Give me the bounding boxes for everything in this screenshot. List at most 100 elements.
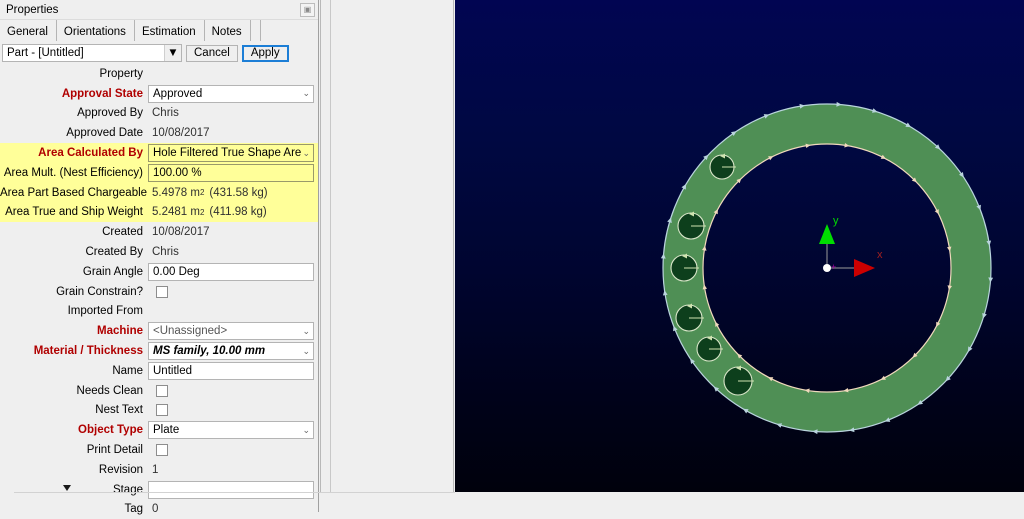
property-row-stage: Stage	[0, 480, 318, 500]
chevron-down-icon[interactable]: ⌄	[302, 145, 310, 161]
combo-value: Approved	[153, 87, 203, 100]
input-grain-angle[interactable]: 0.00 Deg	[148, 262, 314, 281]
edge-direction-marker	[872, 108, 878, 113]
property-value-cell: Untitled	[148, 361, 314, 380]
edge-direction-marker	[982, 313, 987, 319]
combo-value: MS family, 10.00 mm	[153, 345, 266, 358]
combo-area-calculated-by[interactable]: Hole Filtered True Shape Are ⌄	[148, 144, 314, 163]
property-label: Stage	[112, 483, 143, 496]
checkbox-needs-clean[interactable]	[156, 384, 168, 397]
checkbox-print-detail[interactable]	[156, 444, 168, 457]
tab-strip: General Orientations Estimation Notes	[0, 20, 318, 42]
property-value-cell: Hole Filtered True Shape Are ⌄	[148, 144, 314, 163]
static-value: Chris	[152, 107, 179, 120]
combo-machine[interactable]: <Unassigned> ⌄	[148, 322, 314, 341]
property-value-cell: 1	[148, 464, 314, 476]
property-label: Area Part Based Chargeable	[0, 186, 148, 199]
property-row-created-by: Created By Chris	[0, 242, 318, 262]
property-label: Name	[112, 364, 143, 377]
combo-material-thickness[interactable]: MS family, 10.00 mm ⌄	[148, 342, 314, 361]
property-label: Print Detail	[86, 444, 143, 457]
combo-approval-state[interactable]: Approved ⌄	[148, 84, 314, 103]
cancel-button[interactable]: Cancel	[186, 44, 238, 62]
part-selector-combo[interactable]: Part - [Untitled] ▼	[2, 44, 182, 62]
unit-exponent: 2	[199, 188, 205, 198]
static-value: 1	[152, 463, 159, 476]
edge-direction-marker	[776, 423, 782, 428]
property-grid-header: Property	[0, 64, 318, 84]
property-row-tag: Tag 0	[0, 500, 318, 519]
static-value: 5.4978 m	[152, 186, 200, 199]
property-value-cell	[148, 285, 314, 298]
selector-row: Part - [Untitled] ▼ Cancel Apply	[0, 42, 318, 64]
property-row-nest-text: Nest Text	[0, 401, 318, 421]
3d-viewport[interactable]: + y x	[455, 0, 1024, 492]
checkbox-nest-text[interactable]	[156, 404, 168, 417]
apply-button[interactable]: Apply	[241, 44, 289, 62]
checkbox-grain-constrain[interactable]	[156, 285, 168, 298]
property-row-machine: Machine <Unassigned> ⌄	[0, 321, 318, 341]
combo-object-type[interactable]: Plate ⌄	[148, 421, 314, 440]
input-value: Untitled	[153, 364, 192, 377]
property-row-approved-date: Approved Date 10/08/2017	[0, 123, 318, 143]
tab-notes[interactable]: Notes	[204, 20, 251, 42]
property-row-approved-by: Approved By Chris	[0, 104, 318, 124]
restore-close-icon[interactable]: ▣	[300, 2, 315, 17]
property-value-cell: Chris	[148, 107, 314, 119]
chevron-down-icon[interactable]: ⌄	[302, 323, 310, 339]
chevron-down-icon[interactable]: ⌄	[302, 422, 310, 438]
property-value-cell	[148, 444, 314, 457]
property-row-approval-state: Approval State Approved ⌄	[0, 84, 318, 104]
chevron-down-icon[interactable]: ⌄	[302, 86, 310, 102]
static-value-secondary: (431.58 kg)	[209, 186, 268, 199]
tab-estimation[interactable]: Estimation	[134, 20, 205, 42]
property-row-material-thickness: Material / Thickness MS family, 10.00 mm ⌄	[0, 341, 318, 361]
input-area-mult-nest-efficiency[interactable]: 100.00 %	[148, 163, 314, 182]
property-value-cell: 10/08/2017	[148, 226, 314, 238]
property-row-object-type: Object Type Plate ⌄	[0, 420, 318, 440]
property-label: Revision	[98, 463, 143, 476]
static-value: 10/08/2017	[152, 226, 210, 239]
part-geometry: + y x	[660, 101, 994, 435]
property-label: Created	[102, 226, 143, 239]
property-row-needs-clean: Needs Clean	[0, 381, 318, 401]
edge-direction-marker	[667, 217, 672, 223]
property-value-cell: <Unassigned> ⌄	[148, 322, 314, 341]
origin-plus-icon: +	[831, 262, 836, 272]
input-value: 100.00 %	[153, 166, 202, 179]
property-value-cell: Approved ⌄	[148, 84, 314, 103]
property-row-grain-constrain: Grain Constrain?	[0, 282, 318, 302]
property-label: Machine	[96, 325, 143, 338]
property-row-imported-from: Imported From	[0, 302, 318, 322]
combo-value: <Unassigned>	[153, 325, 228, 338]
input-name[interactable]: Untitled	[148, 361, 314, 380]
chevron-down-icon[interactable]: ▼	[164, 45, 181, 61]
origin-point	[823, 264, 831, 272]
property-label: Approved Date	[66, 127, 143, 140]
property-value-cell	[148, 384, 314, 397]
axis-x-label: x	[877, 249, 883, 261]
property-label: Approval State	[61, 87, 143, 100]
property-column-header: Property	[99, 67, 143, 80]
triangle-down-icon[interactable]	[63, 485, 72, 493]
property-label: Needs Clean	[76, 384, 143, 397]
static-value: 5.2481 m	[152, 206, 200, 219]
property-row-revision: Revision 1	[0, 460, 318, 480]
dialog-titlebar[interactable]: Properties ▣	[0, 0, 318, 20]
tab-general[interactable]: General	[0, 20, 57, 42]
tab-strip-filler	[251, 20, 261, 42]
property-row-name: Name Untitled	[0, 361, 318, 381]
middle-pane-content	[330, 0, 453, 492]
property-row-grain-angle: Grain Angle 0.00 Deg	[0, 262, 318, 282]
chevron-down-icon[interactable]: ⌄	[302, 343, 310, 359]
static-value: 0	[152, 503, 159, 516]
input-value: 0.00 Deg	[153, 265, 200, 278]
axis-x-arrow	[854, 259, 875, 277]
input-stage[interactable]	[148, 480, 314, 499]
tab-orientations[interactable]: Orientations	[56, 20, 135, 42]
property-label: Grain Angle	[82, 265, 143, 278]
property-value-cell: Chris	[148, 246, 314, 258]
property-row-area-true-and-ship-weight: Area True and Ship Weight 5.2481 m 2 (411.9…	[0, 202, 318, 223]
property-label: Material / Thickness	[33, 345, 143, 358]
viewport-bottom-strip	[455, 492, 1024, 512]
